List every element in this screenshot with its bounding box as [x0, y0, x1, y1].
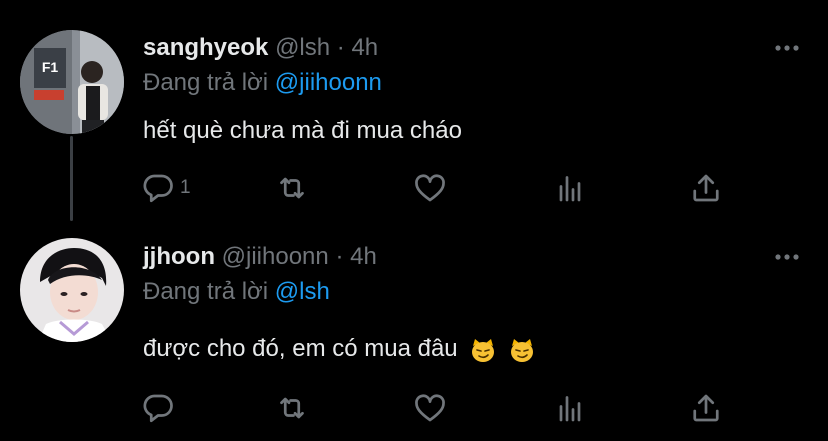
- tweet-text-line: được cho đó, em có mua đâu: [143, 334, 535, 364]
- avatar-photo-jjhoon: [20, 238, 124, 342]
- retweet-button[interactable]: [274, 170, 310, 206]
- replying-label: Đang trả lời: [143, 69, 269, 96]
- mention-link[interactable]: @jiihoonn: [275, 69, 382, 96]
- more-options-icon[interactable]: [774, 44, 800, 52]
- reply-icon: [143, 174, 173, 203]
- share-button[interactable]: [688, 390, 724, 426]
- replying-to-line: Đang trả lời @jiihoonn: [143, 68, 382, 98]
- more-options-icon[interactable]: [774, 253, 800, 261]
- analytics-icon: [559, 396, 581, 422]
- reply-thread: F1 sanghyeok @lsh · 4h Đang trả lời @jii…: [0, 0, 828, 441]
- analytics-button[interactable]: [552, 170, 588, 206]
- tweet-header: sanghyeok @lsh · 4h: [143, 33, 378, 63]
- retweet-icon: [280, 177, 304, 199]
- timestamp[interactable]: 4h: [351, 34, 378, 61]
- avatar[interactable]: [20, 238, 124, 342]
- share-icon: [693, 394, 719, 422]
- replying-label: Đang trả lời: [143, 278, 269, 305]
- tweet-1[interactable]: F1 sanghyeok @lsh · 4h Đang trả lời @jii…: [0, 0, 828, 220]
- display-name[interactable]: jjhoon: [143, 243, 215, 270]
- smirking-cat-emoji: [472, 338, 495, 362]
- like-icon: [415, 174, 445, 202]
- tweet-text: hết què chưa mà đi mua cháo: [143, 117, 462, 144]
- tweet-actions: [140, 390, 740, 426]
- user-handle[interactable]: @lsh: [275, 34, 330, 61]
- like-button[interactable]: [412, 170, 448, 206]
- tweet-header: jjhoon @jiihoonn · 4h: [143, 242, 377, 272]
- avatar-photo-sanghyeok: F1: [20, 30, 124, 134]
- tweet-actions: 1: [140, 170, 740, 206]
- user-handle[interactable]: @jiihoonn: [222, 243, 329, 270]
- display-name[interactable]: sanghyeok: [143, 34, 268, 61]
- tweet-2[interactable]: jjhoon @jiihoonn · 4h Đang trả lời @lsh …: [0, 220, 828, 441]
- reply-icon: [143, 394, 173, 423]
- separator-dot: ·: [335, 243, 344, 270]
- retweet-button[interactable]: [274, 390, 310, 426]
- timestamp[interactable]: 4h: [350, 243, 377, 270]
- replying-to-line: Đang trả lời @lsh: [143, 277, 330, 307]
- reply-button[interactable]: [140, 390, 180, 426]
- mention-link[interactable]: @lsh: [275, 278, 330, 305]
- analytics-icon: [559, 176, 581, 202]
- tweet-text: được cho đó, em có mua đâu: [143, 335, 458, 362]
- share-button[interactable]: [688, 170, 724, 206]
- reply-count: 1: [180, 177, 191, 198]
- like-icon: [415, 394, 445, 422]
- share-icon: [693, 174, 719, 202]
- reply-button[interactable]: 1: [140, 170, 191, 206]
- svg-text:F1: F1: [42, 59, 59, 75]
- smirking-cat-emoji: [510, 338, 533, 362]
- like-button[interactable]: [412, 390, 448, 426]
- retweet-icon: [280, 397, 304, 419]
- separator-dot: ·: [336, 34, 345, 61]
- analytics-button[interactable]: [552, 390, 588, 426]
- avatar[interactable]: F1: [20, 30, 124, 134]
